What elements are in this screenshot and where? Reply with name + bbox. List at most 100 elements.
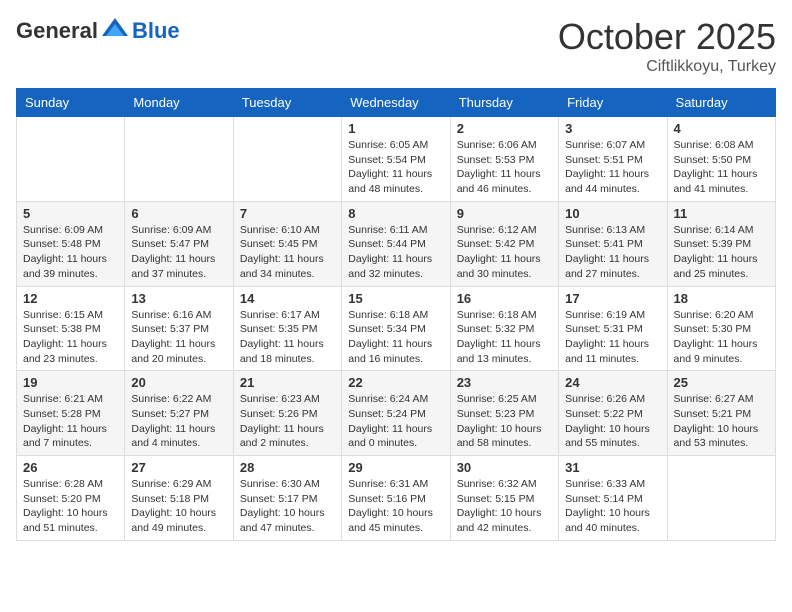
day-number: 31 (565, 460, 660, 475)
day-info: Sunrise: 6:09 AM Sunset: 5:48 PM Dayligh… (23, 223, 118, 282)
day-number: 14 (240, 291, 335, 306)
day-info: Sunrise: 6:20 AM Sunset: 5:30 PM Dayligh… (674, 308, 769, 367)
calendar-cell: 1 Sunrise: 6:05 AM Sunset: 5:54 PM Daylig… (342, 117, 450, 202)
calendar-cell: 29Sunrise: 6:31 AM Sunset: 5:16 PM Dayli… (342, 456, 450, 541)
day-info: Sunrise: 6:16 AM Sunset: 5:37 PM Dayligh… (131, 308, 226, 367)
day-info: Sunrise: 6:18 AM Sunset: 5:34 PM Dayligh… (348, 308, 443, 367)
day-info: Sunrise: 6:07 AM Sunset: 5:51 PM Dayligh… (565, 138, 660, 197)
calendar-cell: 25 Sunrise: 6:27 AM Sunset: 5:21 PM Dayli… (667, 371, 775, 456)
page-header: General Blue October 2025 Ciftlikkoyu, T… (16, 16, 776, 76)
day-info: Sunrise: 6:17 AM Sunset: 5:35 PM Dayligh… (240, 308, 335, 367)
day-number: 26 (23, 460, 118, 475)
day-info: Sunrise: 6:15 AM Sunset: 5:38 PM Dayligh… (23, 308, 118, 367)
month-title: October 2025 (558, 16, 776, 58)
day-info: Sunrise: 6:33 AM Sunset: 5:14 PM Dayligh… (565, 477, 660, 536)
day-info: Sunrise: 6:21 AM Sunset: 5:28 PM Dayligh… (23, 392, 118, 451)
calendar-cell: 15 Sunrise: 6:18 AM Sunset: 5:34 PM Dayli… (342, 286, 450, 371)
weekday-header-friday: Friday (559, 89, 667, 117)
calendar-cell (125, 117, 233, 202)
weekday-header-thursday: Thursday (450, 89, 558, 117)
calendar-cell: 23Sunrise: 6:25 AM Sunset: 5:23 PM Dayli… (450, 371, 558, 456)
day-info: Sunrise: 6:22 AM Sunset: 5:27 PM Dayligh… (131, 392, 226, 451)
weekday-header-tuesday: Tuesday (233, 89, 341, 117)
calendar-cell: 28 Sunrise: 6:30 AM Sunset: 5:17 PM Dayli… (233, 456, 341, 541)
day-info: Sunrise: 6:25 AM Sunset: 5:23 PM Dayligh… (457, 392, 552, 451)
logo-icon (100, 16, 130, 46)
week-row-0: 1 Sunrise: 6:05 AM Sunset: 5:54 PM Daylig… (17, 117, 776, 202)
week-row-3: 19Sunrise: 6:21 AM Sunset: 5:28 PM Dayli… (17, 371, 776, 456)
day-info: Sunrise: 6:29 AM Sunset: 5:18 PM Dayligh… (131, 477, 226, 536)
day-info: Sunrise: 6:19 AM Sunset: 5:31 PM Dayligh… (565, 308, 660, 367)
day-info: Sunrise: 6:18 AM Sunset: 5:32 PM Dayligh… (457, 308, 552, 367)
day-number: 8 (348, 206, 443, 221)
day-number: 25 (674, 375, 769, 390)
weekday-header-row: SundayMondayTuesdayWednesdayThursdayFrid… (17, 89, 776, 117)
calendar-cell: 4 Sunrise: 6:08 AM Sunset: 5:50 PM Daylig… (667, 117, 775, 202)
calendar-cell: 8 Sunrise: 6:11 AM Sunset: 5:44 PM Daylig… (342, 201, 450, 286)
logo-general: General (16, 18, 98, 44)
day-info: Sunrise: 6:31 AM Sunset: 5:16 PM Dayligh… (348, 477, 443, 536)
weekday-header-wednesday: Wednesday (342, 89, 450, 117)
day-info: Sunrise: 6:13 AM Sunset: 5:41 PM Dayligh… (565, 223, 660, 282)
calendar-cell: 20 Sunrise: 6:22 AM Sunset: 5:27 PM Dayli… (125, 371, 233, 456)
calendar-cell: 30Sunrise: 6:32 AM Sunset: 5:15 PM Dayli… (450, 456, 558, 541)
calendar: SundayMondayTuesdayWednesdayThursdayFrid… (16, 88, 776, 541)
calendar-cell (667, 456, 775, 541)
day-number: 11 (674, 206, 769, 221)
calendar-cell (17, 117, 125, 202)
day-number: 5 (23, 206, 118, 221)
calendar-cell: 5 Sunrise: 6:09 AM Sunset: 5:48 PM Daylig… (17, 201, 125, 286)
day-number: 16 (457, 291, 552, 306)
day-info: Sunrise: 6:08 AM Sunset: 5:50 PM Dayligh… (674, 138, 769, 197)
day-number: 30 (457, 460, 552, 475)
calendar-cell: 10 Sunrise: 6:13 AM Sunset: 5:41 PM Dayli… (559, 201, 667, 286)
calendar-cell: 22Sunrise: 6:24 AM Sunset: 5:24 PM Dayli… (342, 371, 450, 456)
day-info: Sunrise: 6:12 AM Sunset: 5:42 PM Dayligh… (457, 223, 552, 282)
day-number: 12 (23, 291, 118, 306)
calendar-cell: 11 Sunrise: 6:14 AM Sunset: 5:39 PM Dayli… (667, 201, 775, 286)
logo: General Blue (16, 16, 180, 46)
day-number: 15 (348, 291, 443, 306)
day-info: Sunrise: 6:14 AM Sunset: 5:39 PM Dayligh… (674, 223, 769, 282)
calendar-cell: 2 Sunrise: 6:06 AM Sunset: 5:53 PM Daylig… (450, 117, 558, 202)
calendar-cell: 7Sunrise: 6:10 AM Sunset: 5:45 PM Daylig… (233, 201, 341, 286)
weekday-header-saturday: Saturday (667, 89, 775, 117)
day-number: 22 (348, 375, 443, 390)
title-section: October 2025 Ciftlikkoyu, Turkey (558, 16, 776, 76)
calendar-cell: 16 Sunrise: 6:18 AM Sunset: 5:32 PM Dayli… (450, 286, 558, 371)
calendar-cell: 6Sunrise: 6:09 AM Sunset: 5:47 PM Daylig… (125, 201, 233, 286)
day-number: 1 (348, 121, 443, 136)
week-row-4: 26Sunrise: 6:28 AM Sunset: 5:20 PM Dayli… (17, 456, 776, 541)
location: Ciftlikkoyu, Turkey (558, 58, 776, 76)
day-info: Sunrise: 6:06 AM Sunset: 5:53 PM Dayligh… (457, 138, 552, 197)
day-info: Sunrise: 6:05 AM Sunset: 5:54 PM Dayligh… (348, 138, 443, 197)
calendar-cell: 27 Sunrise: 6:29 AM Sunset: 5:18 PM Dayli… (125, 456, 233, 541)
calendar-cell (233, 117, 341, 202)
day-info: Sunrise: 6:23 AM Sunset: 5:26 PM Dayligh… (240, 392, 335, 451)
day-info: Sunrise: 6:27 AM Sunset: 5:21 PM Dayligh… (674, 392, 769, 451)
day-number: 2 (457, 121, 552, 136)
day-info: Sunrise: 6:10 AM Sunset: 5:45 PM Dayligh… (240, 223, 335, 282)
calendar-cell: 21Sunrise: 6:23 AM Sunset: 5:26 PM Dayli… (233, 371, 341, 456)
day-number: 4 (674, 121, 769, 136)
day-number: 13 (131, 291, 226, 306)
calendar-cell: 18Sunrise: 6:20 AM Sunset: 5:30 PM Dayli… (667, 286, 775, 371)
calendar-cell: 26Sunrise: 6:28 AM Sunset: 5:20 PM Dayli… (17, 456, 125, 541)
day-info: Sunrise: 6:26 AM Sunset: 5:22 PM Dayligh… (565, 392, 660, 451)
day-info: Sunrise: 6:30 AM Sunset: 5:17 PM Dayligh… (240, 477, 335, 536)
day-number: 9 (457, 206, 552, 221)
calendar-cell: 14 Sunrise: 6:17 AM Sunset: 5:35 PM Dayli… (233, 286, 341, 371)
calendar-cell: 19Sunrise: 6:21 AM Sunset: 5:28 PM Dayli… (17, 371, 125, 456)
calendar-cell: 13 Sunrise: 6:16 AM Sunset: 5:37 PM Dayli… (125, 286, 233, 371)
day-number: 27 (131, 460, 226, 475)
day-number: 20 (131, 375, 226, 390)
day-info: Sunrise: 6:11 AM Sunset: 5:44 PM Dayligh… (348, 223, 443, 282)
day-number: 28 (240, 460, 335, 475)
day-number: 10 (565, 206, 660, 221)
week-row-2: 12 Sunrise: 6:15 AM Sunset: 5:38 PM Dayli… (17, 286, 776, 371)
day-number: 17 (565, 291, 660, 306)
calendar-cell: 24Sunrise: 6:26 AM Sunset: 5:22 PM Dayli… (559, 371, 667, 456)
day-number: 3 (565, 121, 660, 136)
calendar-cell: 3 Sunrise: 6:07 AM Sunset: 5:51 PM Daylig… (559, 117, 667, 202)
weekday-header-monday: Monday (125, 89, 233, 117)
